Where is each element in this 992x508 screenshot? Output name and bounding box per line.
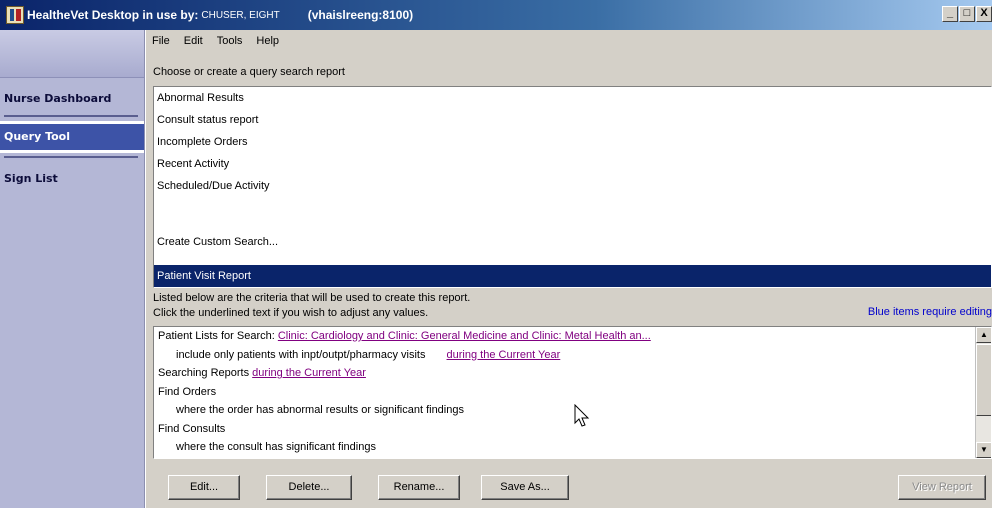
app-icon <box>6 6 24 24</box>
scroll-thumb[interactable] <box>976 344 991 416</box>
criteria-caption-2: Click the underlined text if you wish to… <box>153 307 429 319</box>
sidebar-divider <box>4 156 138 158</box>
sidebar: Nurse Dashboard Query Tool Sign List <box>0 30 145 508</box>
mouse-cursor-icon <box>574 404 590 427</box>
sidebar-item-query-tool[interactable]: Query Tool <box>0 121 144 153</box>
query-caption: Choose or create a query search report <box>153 66 345 78</box>
criteria-searching-reports: Searching Reports during the Current Yea… <box>154 364 991 383</box>
server-name: (vhaislreeng:8100) <box>307 8 414 22</box>
save-as-button[interactable]: Save As... <box>481 475 569 500</box>
close-button[interactable]: X <box>976 6 992 22</box>
list-item-scheduled-due[interactable]: Scheduled/Due Activity <box>154 175 991 197</box>
visit-period-link[interactable]: during the Current Year <box>447 349 561 361</box>
user-name: CHUSER, EIGHT <box>201 9 280 21</box>
criteria-find-consults: Find Consults <box>158 422 226 435</box>
list-item-abnormal-results[interactable]: Abnormal Results <box>154 87 991 109</box>
criteria-consult-condition: where the consult has significant findin… <box>176 441 376 453</box>
criteria-label: Patient Lists for Search: <box>158 330 278 342</box>
app-title: HealtheVet Desktop in use by: <box>27 8 199 22</box>
list-item-patient-visit-report[interactable]: Patient Visit Report <box>154 265 991 287</box>
view-report-button[interactable]: View Report <box>898 475 986 500</box>
report-list[interactable]: Abnormal Results Consult status report I… <box>153 86 992 288</box>
list-item-incomplete-orders[interactable]: Incomplete Orders <box>154 131 991 153</box>
criteria-label: include only patients with inpt/outpt/ph… <box>176 348 426 361</box>
edit-button[interactable]: Edit... <box>168 475 240 500</box>
criteria-visit-filter: include only patients with inpt/outpt/ph… <box>154 346 991 365</box>
title-bar: HealtheVet Desktop in use by: CHUSER, EI… <box>0 0 992 30</box>
delete-button[interactable]: Delete... <box>266 475 352 500</box>
sidebar-header <box>0 30 144 78</box>
minimize-button[interactable]: _ <box>942 6 958 22</box>
report-period-link[interactable]: during the Current Year <box>252 367 366 379</box>
list-item-recent-activity[interactable]: Recent Activity <box>154 153 991 175</box>
list-item-consult-status[interactable]: Consult status report <box>154 109 991 131</box>
rename-button[interactable]: Rename... <box>378 475 460 500</box>
criteria-patient-lists: Patient Lists for Search: Clinic: Cardio… <box>154 327 991 346</box>
criteria-order-condition: where the order has abnormal results or … <box>176 404 464 416</box>
criteria-panel: Patient Lists for Search: Clinic: Cardio… <box>153 326 992 459</box>
sidebar-item-nurse-dashboard[interactable]: Nurse Dashboard <box>0 86 144 112</box>
menu-edit[interactable]: Edit <box>184 35 203 47</box>
scroll-up-icon[interactable]: ▲ <box>976 327 991 343</box>
window-controls: _ □ X <box>941 6 992 22</box>
criteria-caption-1: Listed below are the criteria that will … <box>153 292 471 304</box>
criteria-find-orders: Find Orders <box>158 385 217 398</box>
patient-lists-link[interactable]: Clinic: Cardiology and Clinic: General M… <box>278 330 651 342</box>
list-item-create-custom-search[interactable]: Create Custom Search... <box>154 219 991 265</box>
sidebar-item-sign-list[interactable]: Sign List <box>0 166 144 192</box>
menu-file[interactable]: File <box>152 35 170 47</box>
main-panel: File Edit Tools Help Choose or create a … <box>146 30 992 508</box>
menu-bar: File Edit Tools Help <box>146 30 992 52</box>
menu-help[interactable]: Help <box>256 35 279 47</box>
criteria-scrollbar[interactable]: ▲ ▼ <box>975 327 991 458</box>
blue-items-note: Blue items require editing <box>867 306 992 318</box>
sidebar-divider <box>4 115 138 117</box>
menu-tools[interactable]: Tools <box>217 35 243 47</box>
maximize-button[interactable]: □ <box>959 6 975 22</box>
criteria-label: Searching Reports <box>158 367 253 379</box>
scroll-down-icon[interactable]: ▼ <box>976 442 991 458</box>
